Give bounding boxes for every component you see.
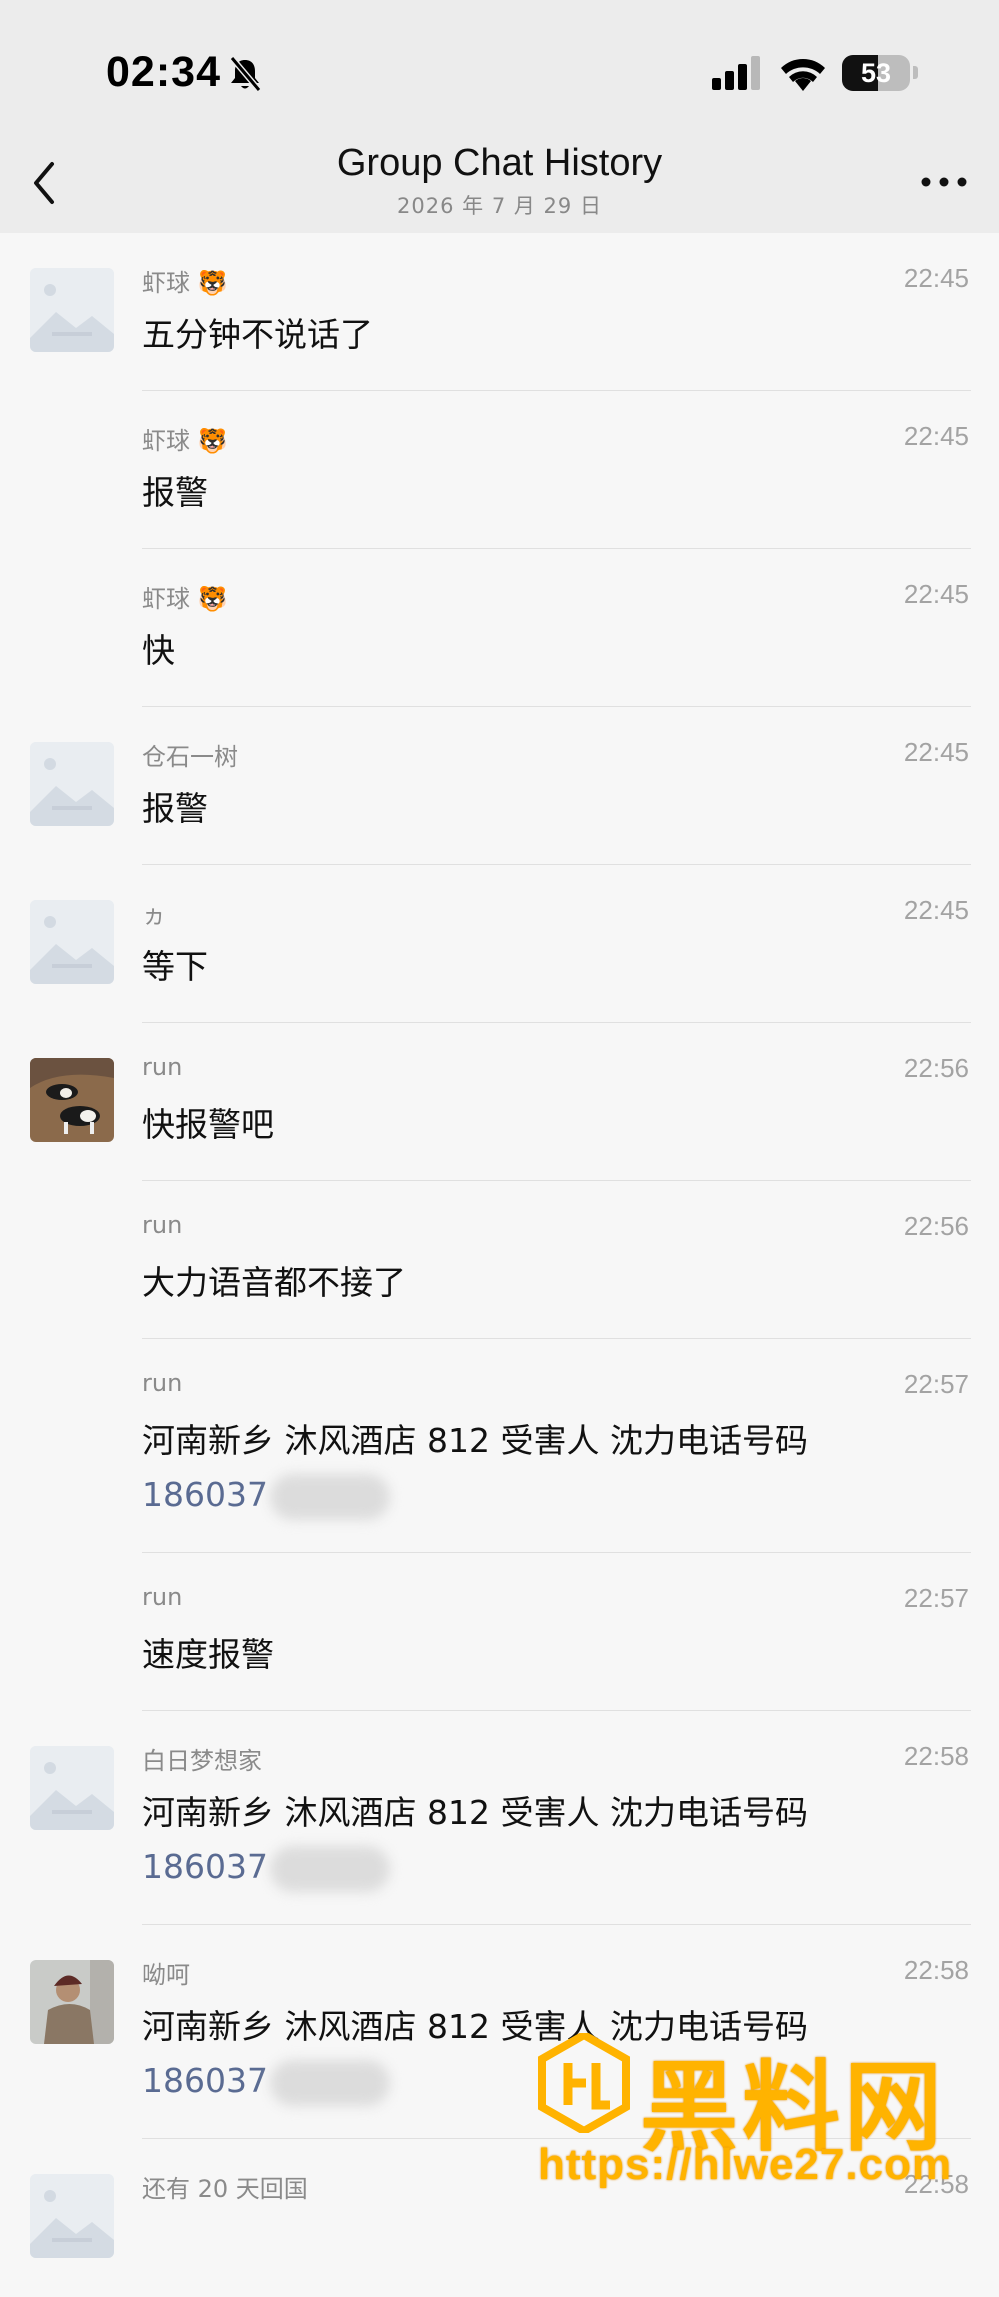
message-text: 快报警吧 <box>142 1105 274 1144</box>
phone-number-text: 186037 <box>142 1847 268 1886</box>
sender-name-text: run <box>142 1053 183 1081</box>
message-item[interactable]: run 22:56 快报警吧 <box>0 1023 999 1181</box>
message-time: 22:45 <box>903 737 969 767</box>
page-title: Group Chat History <box>336 142 663 184</box>
sender-name-text: 还有 20 天回国 <box>142 2175 308 2203</box>
avatar[interactable] <box>30 1960 114 2044</box>
placeholder-image-icon <box>30 742 114 826</box>
sender-name: run <box>142 1053 182 1081</box>
message-text: 河南新乡 沐风酒店 812 受害人 沈力电话号码 <box>142 1793 808 1832</box>
tiger-emoji-icon: 🐯 <box>190 585 228 613</box>
signal-icon <box>712 56 760 90</box>
message-text: 快 <box>142 631 175 670</box>
avatar[interactable] <box>30 1058 114 1142</box>
navigation-header: 02:34 53 Group Chat History 2026 年 7 月 2… <box>0 0 999 233</box>
battery-percent: 53 <box>860 58 892 88</box>
phone-number-text: 186037 <box>142 1475 268 1514</box>
message-text: 大力语音都不接了 <box>142 1263 406 1302</box>
message-time: 22:57 <box>903 1583 969 1613</box>
battery-cap <box>913 66 918 79</box>
phone-number[interactable]: 186037 <box>142 1469 909 1521</box>
sender-name-text: 白日梦想家 <box>142 1747 262 1775</box>
avatar[interactable] <box>30 1746 114 1830</box>
sender-name-text: run <box>142 1583 183 1611</box>
sender-name: 白日梦想家 <box>142 1741 262 1776</box>
message-text: 报警 <box>142 473 208 512</box>
more-options-button[interactable] <box>918 170 970 194</box>
placeholder-image-icon <box>30 900 114 984</box>
sender-name: 虾球 🐯 <box>142 579 228 614</box>
sender-name: run <box>142 1369 182 1397</box>
sender-name: ヵ <box>142 895 166 930</box>
message-item[interactable]: 虾球 🐯 22:45 五分钟不说话了 <box>0 233 999 391</box>
message-time: 22:45 <box>903 263 969 293</box>
person-avatar-image <box>30 1960 114 2044</box>
bell-muted-icon <box>229 56 262 92</box>
message-item[interactable]: 仓石一树 22:45 报警 <box>0 707 999 865</box>
tiger-emoji-icon: 🐯 <box>190 269 228 297</box>
message-text: 报警 <box>142 789 208 828</box>
message-item[interactable]: 虾球 🐯 22:45 快 <box>0 549 999 707</box>
message-item[interactable]: 白日梦想家 22:58 河南新乡 沐风酒店 812 受害人 沈力电话号码 186037 <box>0 1711 999 1925</box>
message-item[interactable]: run 22:57 速度报警 <box>0 1553 999 1711</box>
phone-number-text: 186037 <box>142 2061 268 2100</box>
placeholder-image-icon <box>30 1746 114 1830</box>
avatar[interactable] <box>30 268 114 352</box>
avatar[interactable] <box>30 2174 114 2258</box>
message-text: 等下 <box>142 947 208 986</box>
sender-name: 仓石一树 <box>142 737 238 772</box>
avatar[interactable] <box>30 900 114 984</box>
sender-name-text: 虾球 <box>142 427 190 455</box>
placeholder-image-icon <box>30 268 114 352</box>
battery-indicator: 53 <box>842 55 910 91</box>
more-dots-icon <box>921 177 931 187</box>
message-text: 速度报警 <box>142 1635 274 1674</box>
sender-name-text: 呦呵 <box>142 1961 190 1989</box>
phone-number[interactable]: 186037 <box>142 1841 909 1893</box>
sender-name-text: 仓石一树 <box>142 743 238 771</box>
message-time: 22:57 <box>903 1369 969 1399</box>
message-item[interactable]: ヵ 22:45 等下 <box>0 865 999 1023</box>
sender-name-text: ヵ <box>142 901 166 929</box>
dogs-avatar-image <box>30 1058 114 1142</box>
tiger-emoji-icon: 🐯 <box>190 427 228 455</box>
placeholder-image-icon <box>30 2174 114 2258</box>
sender-name: 虾球 🐯 <box>142 263 228 298</box>
sender-name: 呦呵 <box>142 1955 190 1990</box>
sender-name-text: 虾球 <box>142 585 190 613</box>
redaction-blur <box>269 2059 390 2106</box>
watermark-url: https://hlwe27.com <box>538 2140 953 2189</box>
sender-name: run <box>142 1583 182 1611</box>
redaction-blur <box>269 1845 390 1892</box>
watermark-logo <box>538 2033 630 2133</box>
wifi-icon <box>781 59 825 91</box>
sender-name: 还有 20 天回国 <box>142 2169 308 2204</box>
sender-name-text: 虾球 <box>142 269 190 297</box>
message-time: 22:45 <box>903 421 969 451</box>
sender-name: run <box>142 1211 182 1239</box>
message-item[interactable]: run 22:57 河南新乡 沐风酒店 812 受害人 沈力电话号码 186037 <box>0 1339 999 1553</box>
message-time: 22:45 <box>903 579 969 609</box>
message-time: 22:45 <box>903 895 969 925</box>
message-time: 22:58 <box>903 1741 969 1771</box>
message-text: 河南新乡 沐风酒店 812 受害人 沈力电话号码 <box>142 1421 808 1460</box>
status-time: 02:34 <box>106 48 221 96</box>
message-time: 22:56 <box>903 1053 969 1083</box>
message-time: 22:58 <box>903 1955 969 1985</box>
message-item[interactable]: 虾球 🐯 22:45 报警 <box>0 391 999 549</box>
sender-name: 虾球 🐯 <box>142 421 228 456</box>
avatar[interactable] <box>30 742 114 826</box>
message-item[interactable]: run 22:56 大力语音都不接了 <box>0 1181 999 1339</box>
message-text: 五分钟不说话了 <box>142 315 373 354</box>
page-date: 2026 年 7 月 29 日 <box>397 194 602 218</box>
sender-name-text: run <box>142 1211 183 1239</box>
sender-name-text: run <box>142 1369 183 1397</box>
message-time: 22:56 <box>903 1211 969 1241</box>
redaction-blur <box>269 1473 390 1520</box>
